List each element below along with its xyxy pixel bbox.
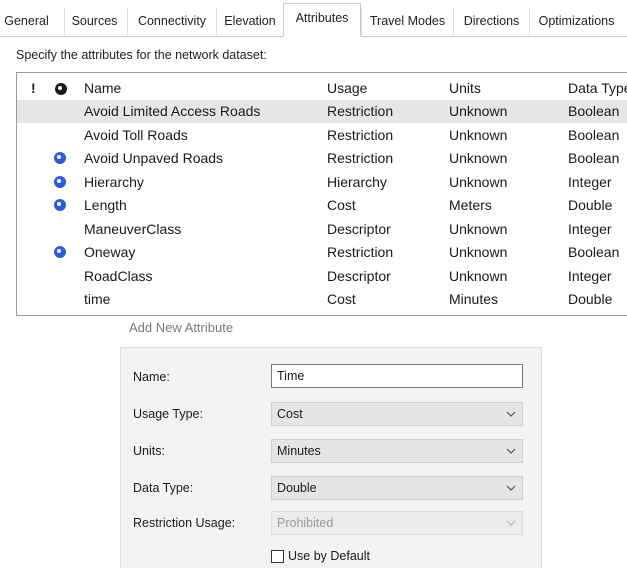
usage-cell: Restriction bbox=[327, 244, 394, 260]
usage-cell: Cost bbox=[327, 291, 356, 307]
data-type-cell: Integer bbox=[568, 267, 612, 284]
instructions-text: Specify the attributes for the network d… bbox=[16, 48, 267, 62]
name-cell: Avoid Limited Access Roads bbox=[84, 103, 261, 119]
table-row[interactable]: Oneway Restriction Unknown Boolean bbox=[17, 241, 627, 264]
name-cell: Length bbox=[84, 197, 127, 213]
tab-directions[interactable]: Directions bbox=[453, 8, 529, 35]
data-type-cell: Boolean bbox=[568, 150, 620, 166]
usage-cell: Cost bbox=[327, 197, 356, 213]
use-by-default-label[interactable]: Use by Default bbox=[288, 549, 370, 563]
chevron-down-icon bbox=[506, 520, 516, 526]
data-type-cell: Double bbox=[568, 291, 613, 307]
tab-travel-modes[interactable]: Travel Modes bbox=[361, 8, 453, 35]
usage-cell: Descriptor bbox=[327, 267, 391, 284]
units-cell: Unknown bbox=[449, 267, 508, 284]
usage-cell: Restriction bbox=[327, 126, 394, 143]
name-cell: time bbox=[84, 291, 111, 307]
usage-cell: Hierarchy bbox=[327, 173, 387, 190]
name-field[interactable]: Time bbox=[271, 364, 523, 388]
units-cell: Unknown bbox=[449, 126, 508, 143]
column-header-usage[interactable]: Usage bbox=[327, 77, 367, 100]
units-cell: Meters bbox=[449, 197, 492, 213]
table-row[interactable]: Length Cost Meters Double bbox=[17, 194, 627, 217]
name-label: Name: bbox=[133, 370, 170, 384]
attributes-table[interactable]: ! Name Usage Units Data Type Avoid Limit… bbox=[16, 72, 627, 316]
usage-type-label: Usage Type: bbox=[133, 407, 203, 421]
data-type-value: Double bbox=[277, 481, 317, 495]
data-type-cell: Boolean bbox=[568, 103, 620, 119]
table-row[interactable]: Avoid Unpaved Roads Restriction Unknown Boo… bbox=[17, 147, 627, 170]
chevron-down-icon[interactable] bbox=[506, 447, 516, 455]
units-label: Units: bbox=[133, 444, 165, 458]
data-type-cell: Boolean bbox=[568, 244, 620, 260]
tab-general[interactable]: General bbox=[0, 8, 53, 35]
tab-connectivity[interactable]: Connectivity bbox=[127, 8, 216, 35]
chevron-down-icon[interactable] bbox=[506, 410, 516, 418]
column-header-flag[interactable]: ! bbox=[31, 77, 36, 100]
usage-cell: Restriction bbox=[327, 103, 394, 119]
name-cell: Avoid Toll Roads bbox=[84, 126, 188, 143]
units-cell: Unknown bbox=[449, 103, 508, 119]
name-cell: ManeuverClass bbox=[84, 220, 182, 237]
data-type-cell: Boolean bbox=[568, 126, 620, 143]
restriction-usage-select: Prohibited bbox=[271, 511, 523, 535]
table-row[interactable]: RoadClass Descriptor Unknown Integer bbox=[17, 265, 627, 288]
data-type-select[interactable]: Double bbox=[271, 476, 523, 500]
usage-type-value: Cost bbox=[277, 407, 303, 421]
units-cell: Unknown bbox=[449, 220, 508, 237]
column-header-data-type[interactable]: Data Type bbox=[568, 77, 627, 100]
data-type-cell: Integer bbox=[568, 220, 612, 237]
add-new-attribute-dialog: Name: Time Usage Type: Cost Units: Minut… bbox=[120, 347, 542, 568]
units-select[interactable]: Minutes bbox=[271, 439, 523, 463]
name-cell: Hierarchy bbox=[84, 173, 144, 190]
name-cell: Oneway bbox=[84, 244, 136, 260]
tab-strip: General Sources Connectivity Elevation A… bbox=[0, 0, 627, 37]
usage-cell: Descriptor bbox=[327, 220, 391, 237]
table-row[interactable]: time Cost Minutes Double bbox=[17, 288, 627, 311]
table-header-row: ! Name Usage Units Data Type bbox=[17, 77, 627, 100]
default-attribute-icon bbox=[54, 199, 66, 211]
name-cell: Avoid Unpaved Roads bbox=[84, 150, 224, 166]
tab-sources[interactable]: Sources bbox=[64, 8, 124, 35]
default-attribute-icon bbox=[54, 246, 66, 258]
restriction-usage-label: Restriction Usage: bbox=[133, 516, 236, 530]
tab-optimizations[interactable]: Optimizations bbox=[529, 8, 623, 35]
usage-type-select[interactable]: Cost bbox=[271, 402, 523, 426]
default-column-header-icon[interactable] bbox=[55, 83, 67, 95]
table-row[interactable]: Avoid Limited Access Roads Restriction Unk… bbox=[17, 100, 627, 123]
units-cell: Unknown bbox=[449, 173, 508, 190]
data-type-label: Data Type: bbox=[133, 481, 194, 495]
column-header-name[interactable]: Name bbox=[84, 77, 121, 100]
name-cell: RoadClass bbox=[84, 267, 153, 284]
column-header-units[interactable]: Units bbox=[449, 77, 481, 100]
usage-cell: Restriction bbox=[327, 150, 394, 166]
dialog-title: Add New Attribute bbox=[129, 320, 234, 335]
tab-elevation[interactable]: Elevation bbox=[216, 8, 283, 35]
units-cell: Unknown bbox=[449, 150, 508, 166]
data-type-cell: Integer bbox=[568, 173, 612, 190]
restriction-usage-value: Prohibited bbox=[277, 516, 334, 530]
table-row[interactable]: Hierarchy Hierarchy Unknown Integer bbox=[17, 171, 627, 194]
units-cell: Minutes bbox=[449, 291, 499, 307]
default-attribute-icon bbox=[54, 152, 66, 164]
units-cell: Unknown bbox=[449, 244, 508, 260]
data-type-cell: Double bbox=[568, 197, 613, 213]
units-value: Minutes bbox=[277, 444, 321, 458]
use-by-default-checkbox[interactable] bbox=[271, 550, 284, 563]
default-attribute-icon bbox=[54, 175, 66, 188]
chevron-down-icon[interactable] bbox=[506, 484, 516, 492]
tab-attributes[interactable]: Attributes bbox=[283, 3, 361, 37]
table-row[interactable]: ManeuverClass Descriptor Unknown Integer bbox=[17, 218, 627, 241]
table-row[interactable]: Avoid Toll Roads Restriction Unknown Boolea… bbox=[17, 124, 627, 147]
